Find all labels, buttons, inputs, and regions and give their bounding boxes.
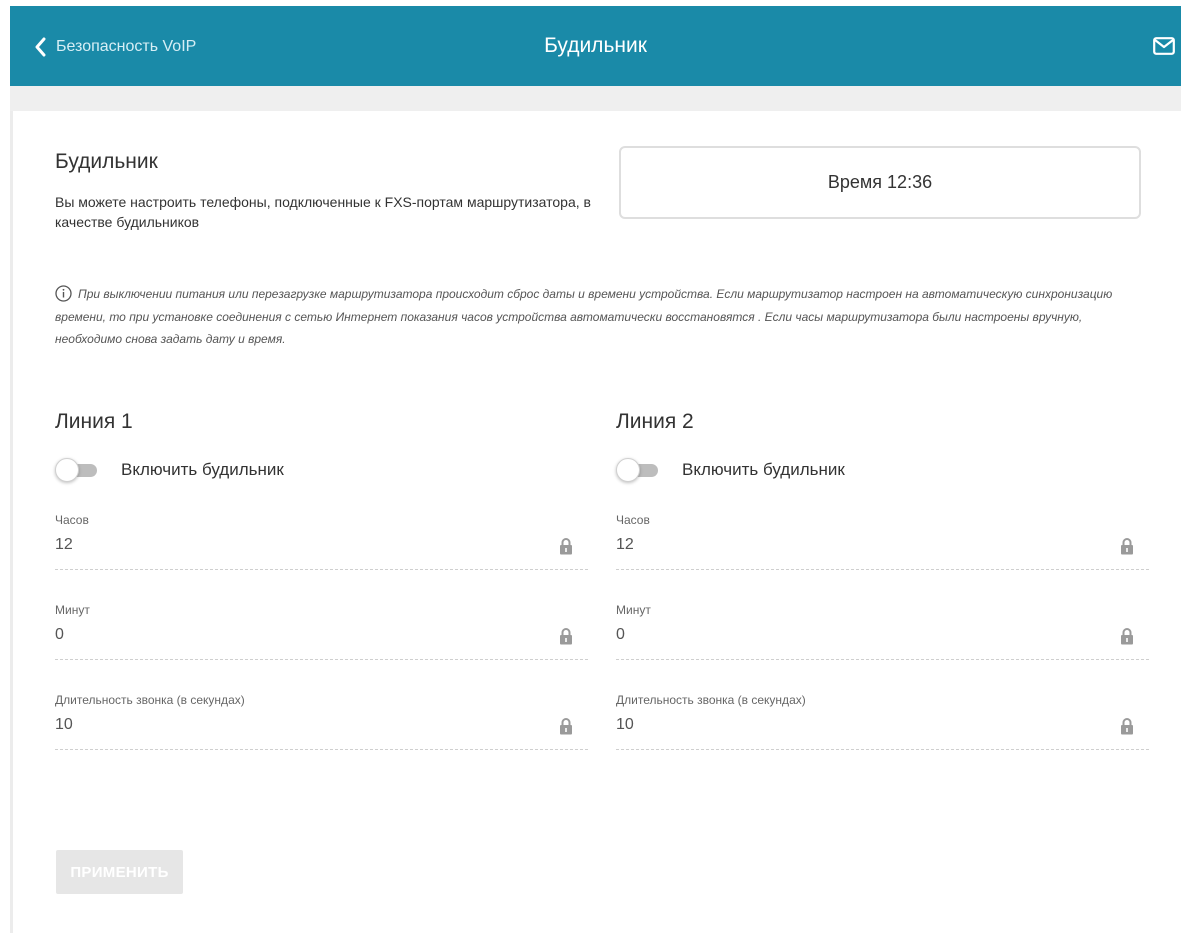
line-1-duration-field[interactable]: Длительность звонка (в секундах) 10: [55, 693, 588, 753]
line-1-hours-field[interactable]: Часов 12: [55, 513, 588, 573]
duration-value[interactable]: 10: [616, 716, 634, 734]
mail-icon[interactable]: [1153, 37, 1175, 55]
toggle-knob: [55, 458, 79, 482]
header-shadow-band: [10, 86, 1181, 111]
minutes-value[interactable]: 0: [55, 626, 64, 644]
line-2-alarm-toggle[interactable]: Включить будильник: [616, 457, 845, 483]
field-underline: [616, 569, 1149, 570]
current-time-text: Время 12:36: [827, 172, 933, 192]
toggle-knob: [616, 458, 640, 482]
field-underline: [616, 659, 1149, 660]
duration-label: Длительность звонка (в секундах): [55, 693, 245, 707]
toggle-switch[interactable]: [616, 457, 662, 483]
info-note: При выключении питания или перезагрузке …: [55, 283, 1145, 351]
minutes-label: Минут: [616, 603, 651, 617]
line-2-hours-field[interactable]: Часов 12: [616, 513, 1149, 573]
apply-button[interactable]: ПРИМЕНИТЬ: [56, 850, 183, 894]
minutes-label: Минут: [55, 603, 90, 617]
field-underline: [616, 749, 1149, 750]
hours-value[interactable]: 12: [55, 536, 73, 554]
line-2-section: Линия 2 Включить будильник Часов 12 Мину…: [616, 410, 1149, 750]
line-2-title: Линия 2: [616, 410, 694, 433]
info-icon: [55, 285, 72, 302]
info-note-text: При выключении питания или перезагрузке …: [55, 287, 1113, 346]
field-underline: [55, 659, 588, 660]
lock-icon: [560, 628, 572, 645]
lock-icon: [560, 718, 572, 735]
content-left-border: [10, 111, 13, 933]
line-1-toggle-label: Включить будильник: [121, 460, 284, 479]
field-underline: [55, 569, 588, 570]
lock-icon: [560, 538, 572, 555]
duration-label: Длительность звонка (в секундах): [616, 693, 806, 707]
current-time-box: Время 12:36: [619, 146, 1141, 219]
line-1-section: Линия 1 Включить будильник Часов 12 Мину…: [55, 410, 588, 750]
minutes-value[interactable]: 0: [616, 626, 625, 644]
line-2-duration-field[interactable]: Длительность звонка (в секундах) 10: [616, 693, 1149, 753]
duration-value[interactable]: 10: [55, 716, 73, 734]
page-title: Будильник: [544, 34, 647, 57]
line-2-minutes-field[interactable]: Минут 0: [616, 603, 1149, 663]
hours-value[interactable]: 12: [616, 536, 634, 554]
lock-icon: [1121, 628, 1133, 645]
line-2-toggle-label: Включить будильник: [682, 460, 845, 479]
line-1-title: Линия 1: [55, 410, 133, 433]
field-underline: [55, 749, 588, 750]
lock-icon: [1121, 718, 1133, 735]
line-1-minutes-field[interactable]: Минут 0: [55, 603, 588, 663]
section-title: Будильник: [55, 150, 158, 173]
toggle-switch[interactable]: [55, 457, 101, 483]
lock-icon: [1121, 538, 1133, 555]
hours-label: Часов: [55, 513, 89, 527]
header-bar: Безопасность VoIP Будильник: [10, 6, 1181, 86]
section-description: Вы можете настроить телефоны, подключенн…: [55, 194, 591, 230]
hours-label: Часов: [616, 513, 650, 527]
line-1-alarm-toggle[interactable]: Включить будильник: [55, 457, 284, 483]
